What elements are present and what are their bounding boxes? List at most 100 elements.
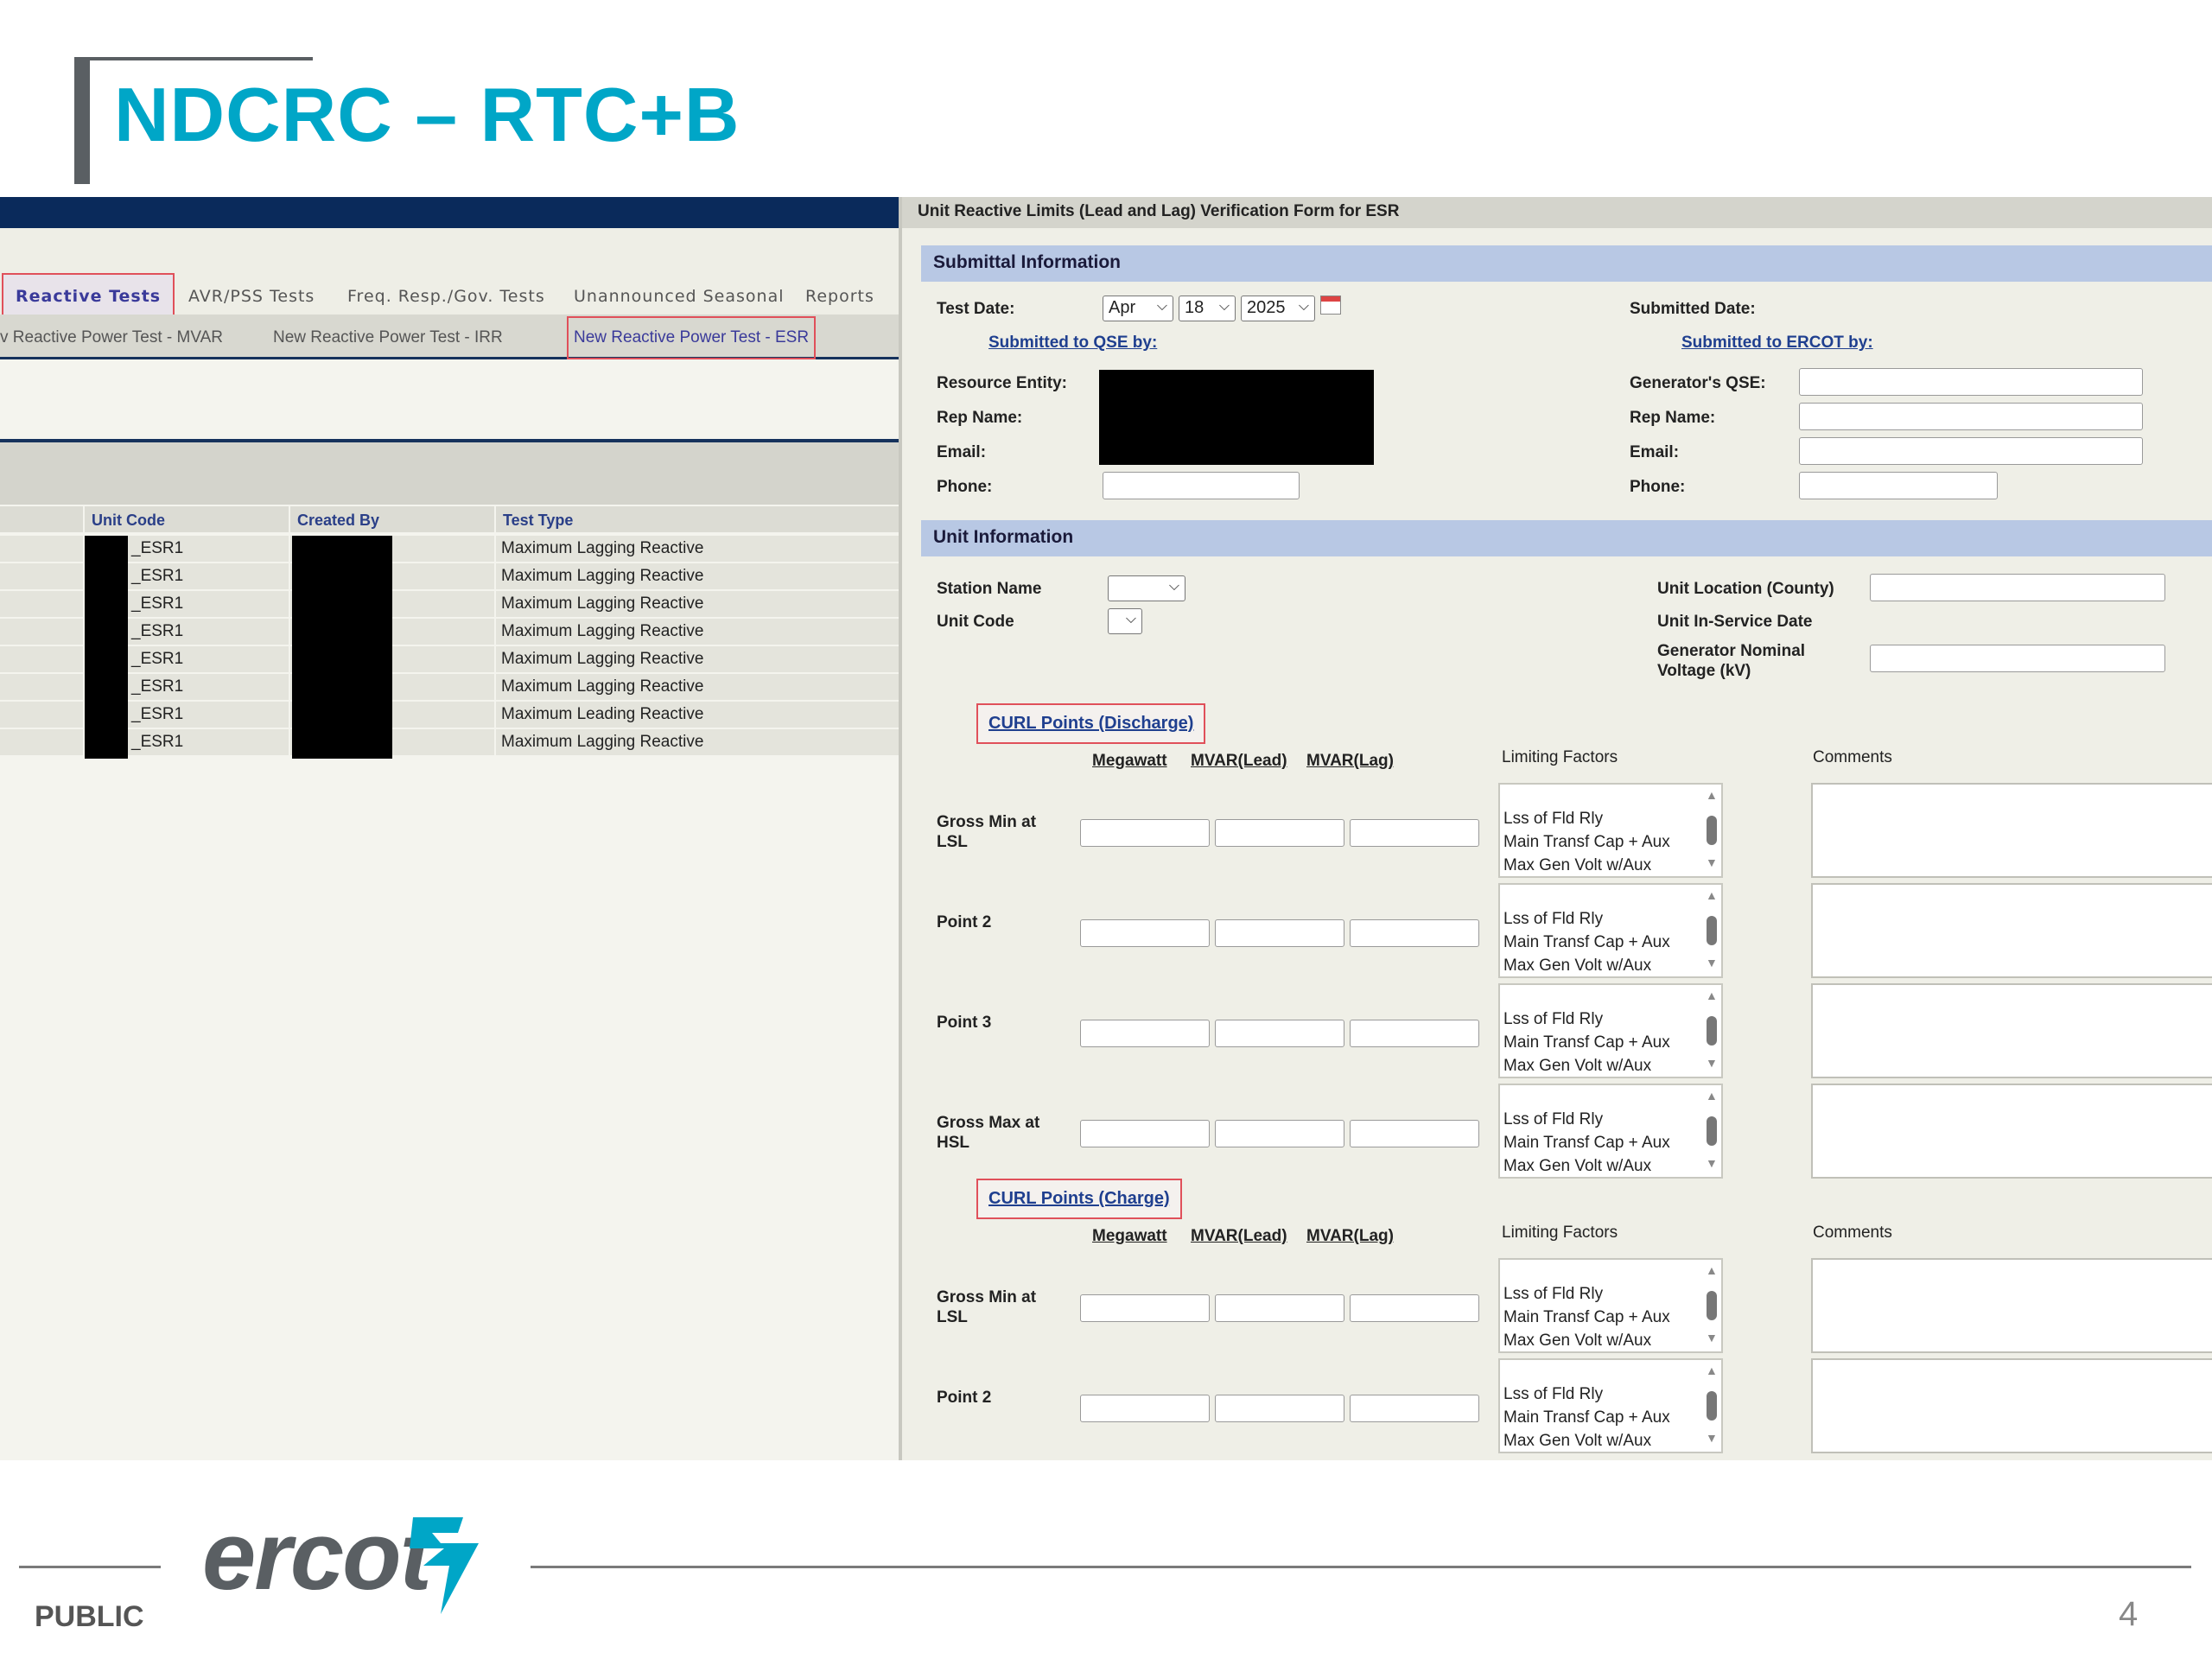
limiting-factor-option[interactable]: Main Transf Cap + Aux: [1503, 830, 1718, 854]
calendar-icon[interactable]: [1320, 296, 1341, 315]
discharge-mvar-lag-input[interactable]: [1350, 1120, 1479, 1147]
limiting-factor-option[interactable]: Lss of Fld Rly: [1503, 907, 1718, 931]
tab-freq-resp-gov-tests[interactable]: Freq. Resp./Gov. Tests: [347, 287, 545, 306]
scroll-thumb[interactable]: [1707, 1016, 1717, 1046]
limiting-factor-option[interactable]: Max Gen Volt w/Aux: [1503, 1429, 1718, 1452]
scroll-thumb[interactable]: [1707, 1391, 1717, 1421]
tab-reactive-tests[interactable]: Reactive Tests: [2, 273, 175, 320]
scroll-down-icon[interactable]: ▼: [1706, 1056, 1718, 1070]
limiting-factor-option[interactable]: Lss of Fld Rly: [1503, 1007, 1718, 1031]
charge-mvar-lead-input[interactable]: [1215, 1395, 1344, 1422]
scroll-down-icon[interactable]: ▼: [1706, 1331, 1718, 1344]
scroll-up-icon[interactable]: ▲: [1706, 1363, 1718, 1377]
subtab-reactive-power-test-esr[interactable]: New Reactive Power Test - ESR: [567, 316, 817, 359]
ercot-phone-field[interactable]: [1799, 472, 1998, 499]
unit-location-field[interactable]: [1870, 574, 2165, 601]
limiting-factor-option[interactable]: Lss of Fld Rly: [1503, 807, 1718, 830]
discharge-comments-box[interactable]: [1811, 1084, 2212, 1179]
limiting-factor-option[interactable]: Main Transf Cap + Aux: [1503, 931, 1718, 954]
scroll-up-icon[interactable]: ▲: [1706, 1089, 1718, 1103]
discharge-limiting-factors-list[interactable]: Lss of Fld Rly Main Transf Cap + Aux Max G…: [1498, 883, 1723, 978]
subtab-reactive-power-test-irr[interactable]: New Reactive Power Test - IRR: [273, 328, 503, 347]
listbox-scrollbar[interactable]: ▲ ▼: [1704, 1263, 1719, 1350]
limiting-factor-option[interactable]: Max Gen Volt w/Aux: [1503, 1054, 1718, 1077]
generators-qse-field[interactable]: [1799, 368, 2143, 396]
charge-mvar-lag-input[interactable]: [1350, 1294, 1479, 1322]
limiting-factor-option[interactable]: Max Gen Volt w/Aux: [1503, 1329, 1718, 1352]
scroll-up-icon[interactable]: ▲: [1706, 988, 1718, 1002]
discharge-mvar-lead-input[interactable]: [1215, 819, 1344, 847]
discharge-mvar-lead-input[interactable]: [1215, 1120, 1344, 1147]
grid-header-created-by[interactable]: Created By: [290, 506, 494, 532]
discharge-megawatt-input[interactable]: [1080, 919, 1210, 947]
discharge-mvar-lag-input[interactable]: [1350, 1020, 1479, 1047]
charge-comments-box[interactable]: [1811, 1258, 2212, 1353]
scroll-thumb[interactable]: [1707, 816, 1717, 845]
listbox-scrollbar[interactable]: ▲ ▼: [1704, 1363, 1719, 1450]
discharge-megawatt-input[interactable]: [1080, 1120, 1210, 1147]
discharge-comments-box[interactable]: [1811, 783, 2212, 878]
limiting-factor-option[interactable]: Max Gen Volt w/Aux: [1503, 854, 1718, 877]
discharge-limiting-factors-list[interactable]: Lss of Fld Rly Main Transf Cap + Aux Max G…: [1498, 783, 1723, 878]
scroll-thumb[interactable]: [1707, 1291, 1717, 1320]
discharge-megawatt-input[interactable]: [1080, 1020, 1210, 1047]
scroll-down-icon[interactable]: ▼: [1706, 855, 1718, 869]
test-month-select[interactable]: Apr ⌵: [1103, 296, 1173, 321]
charge-limiting-factors-list[interactable]: Lss of Fld Rly Main Transf Cap + Aux Max G…: [1498, 1358, 1723, 1453]
limiting-factor-option[interactable]: Main Transf Cap + Aux: [1503, 1031, 1718, 1054]
listbox-scrollbar[interactable]: ▲ ▼: [1704, 1089, 1719, 1175]
charge-megawatt-input[interactable]: [1080, 1294, 1210, 1322]
listbox-scrollbar[interactable]: ▲ ▼: [1704, 988, 1719, 1075]
subtab-reactive-power-test-mvar[interactable]: v Reactive Power Test - MVAR: [0, 328, 223, 347]
limiting-factor-option[interactable]: Main Transf Cap + Aux: [1503, 1131, 1718, 1154]
scroll-thumb[interactable]: [1707, 916, 1717, 945]
charge-comments-box[interactable]: [1811, 1358, 2212, 1453]
limiting-factor-option[interactable]: Lss of Fld Rly: [1503, 1282, 1718, 1306]
ercot-rep-name-field[interactable]: [1799, 403, 2143, 430]
limiting-factor-option[interactable]: Lss of Fld Rly: [1503, 1382, 1718, 1406]
discharge-comments-box[interactable]: [1811, 983, 2212, 1078]
listbox-scrollbar[interactable]: ▲ ▼: [1704, 788, 1719, 874]
scroll-up-icon[interactable]: ▲: [1706, 788, 1718, 802]
limiting-factor-option[interactable]: Main Transf Cap + Aux: [1503, 1306, 1718, 1329]
discharge-curl-link[interactable]: CURL Points (Discharge): [976, 703, 1206, 744]
unit-code-select[interactable]: ⌵: [1108, 608, 1142, 634]
discharge-limiting-factors-list[interactable]: Lss of Fld Rly Main Transf Cap + Aux Max G…: [1498, 1084, 1723, 1179]
submitted-to-ercot-link[interactable]: Submitted to ERCOT by:: [1681, 334, 1873, 353]
qse-phone-field[interactable]: [1103, 472, 1300, 499]
submitted-to-qse-link[interactable]: Submitted to QSE by:: [988, 334, 1157, 353]
test-day-select[interactable]: 18 ⌵: [1179, 296, 1236, 321]
discharge-comments-box[interactable]: [1811, 883, 2212, 978]
limiting-factor-option[interactable]: Max Gen Volt w/Aux: [1503, 1154, 1718, 1178]
discharge-mvar-lead-input[interactable]: [1215, 919, 1344, 947]
nominal-voltage-field[interactable]: [1870, 645, 2165, 672]
limiting-factor-option[interactable]: Lss of Fld Rly: [1503, 1108, 1718, 1131]
discharge-limiting-factors-list[interactable]: Lss of Fld Rly Main Transf Cap + Aux Max G…: [1498, 983, 1723, 1078]
tab-avr-pss-tests[interactable]: AVR/PSS Tests: [188, 287, 315, 306]
charge-curl-link[interactable]: CURL Points (Charge): [976, 1179, 1182, 1219]
discharge-mvar-lag-input[interactable]: [1350, 919, 1479, 947]
scroll-down-icon[interactable]: ▼: [1706, 1431, 1718, 1445]
limiting-factor-option[interactable]: Main Transf Cap + Aux: [1503, 1406, 1718, 1429]
ercot-email-field[interactable]: [1799, 437, 2143, 465]
charge-megawatt-input[interactable]: [1080, 1395, 1210, 1422]
discharge-megawatt-input[interactable]: [1080, 819, 1210, 847]
charge-mvar-lag-input[interactable]: [1350, 1395, 1479, 1422]
scroll-thumb[interactable]: [1707, 1116, 1717, 1146]
grid-header-unit-code[interactable]: Unit Code: [85, 506, 289, 532]
scroll-up-icon[interactable]: ▲: [1706, 1263, 1718, 1277]
scroll-down-icon[interactable]: ▼: [1706, 1156, 1718, 1170]
limiting-factor-option[interactable]: Max Gen Volt w/Aux: [1503, 954, 1718, 977]
tab-reports[interactable]: Reports: [805, 287, 874, 306]
charge-limiting-factors-list[interactable]: Lss of Fld Rly Main Transf Cap + Aux Max G…: [1498, 1258, 1723, 1353]
scroll-up-icon[interactable]: ▲: [1706, 888, 1718, 902]
grid-header-test-type[interactable]: Test Type: [496, 506, 899, 532]
scroll-down-icon[interactable]: ▼: [1706, 956, 1718, 969]
listbox-scrollbar[interactable]: ▲ ▼: [1704, 888, 1719, 975]
station-name-select[interactable]: ⌵: [1108, 575, 1185, 601]
test-year-select[interactable]: 2025 ⌵: [1241, 296, 1315, 321]
discharge-mvar-lag-input[interactable]: [1350, 819, 1479, 847]
charge-mvar-lead-input[interactable]: [1215, 1294, 1344, 1322]
discharge-mvar-lead-input[interactable]: [1215, 1020, 1344, 1047]
tab-unannounced-seasonal[interactable]: Unannounced Seasonal: [574, 287, 785, 306]
